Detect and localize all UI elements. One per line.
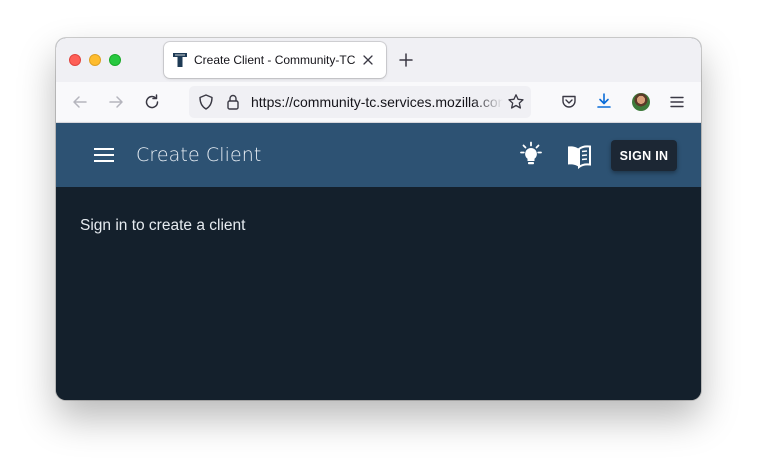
app-bar: Create Client SIGN IN [56, 123, 701, 187]
pocket-icon[interactable] [560, 93, 578, 111]
new-tab-icon[interactable] [398, 52, 414, 68]
navigation-toolbar: https://community-tc.services.mozilla.co… [56, 82, 701, 123]
page-title: Create Client [136, 144, 262, 166]
account-avatar[interactable] [632, 93, 650, 111]
address-bar[interactable]: https://community-tc.services.mozilla.co… [189, 86, 531, 118]
browser-tab-active[interactable]: Create Client - Community-TC [164, 42, 386, 78]
close-window-button[interactable] [69, 54, 81, 66]
minimize-window-button[interactable] [89, 54, 101, 66]
back-arrow-icon[interactable] [71, 93, 89, 111]
close-tab-icon[interactable] [361, 53, 375, 67]
reload-icon[interactable] [143, 93, 161, 111]
sign-in-button[interactable]: SIGN IN [611, 140, 677, 171]
shield-icon[interactable] [197, 93, 215, 111]
hamburger-menu-icon[interactable] [668, 93, 686, 111]
lightbulb-icon[interactable] [517, 141, 545, 169]
taskcluster-t-icon [173, 53, 187, 67]
forward-arrow-icon[interactable] [107, 93, 125, 111]
zoom-window-button[interactable] [109, 54, 121, 66]
browser-window: Create Client - Community-TC https://com… [56, 38, 701, 400]
sign-in-prompt: Sign in to create a client [80, 217, 246, 234]
downloads-icon[interactable] [595, 92, 613, 110]
bookmark-star-icon[interactable] [507, 93, 525, 111]
tab-title: Create Client - Community-TC [194, 53, 356, 67]
main-content: Sign in to create a client [56, 187, 701, 400]
url-text[interactable]: https://community-tc.services.mozilla.co… [251, 94, 503, 110]
tab-strip: Create Client - Community-TC [56, 38, 701, 82]
drawer-menu-icon[interactable] [92, 145, 116, 165]
open-book-icon[interactable] [565, 143, 593, 169]
lock-icon[interactable] [224, 93, 242, 111]
